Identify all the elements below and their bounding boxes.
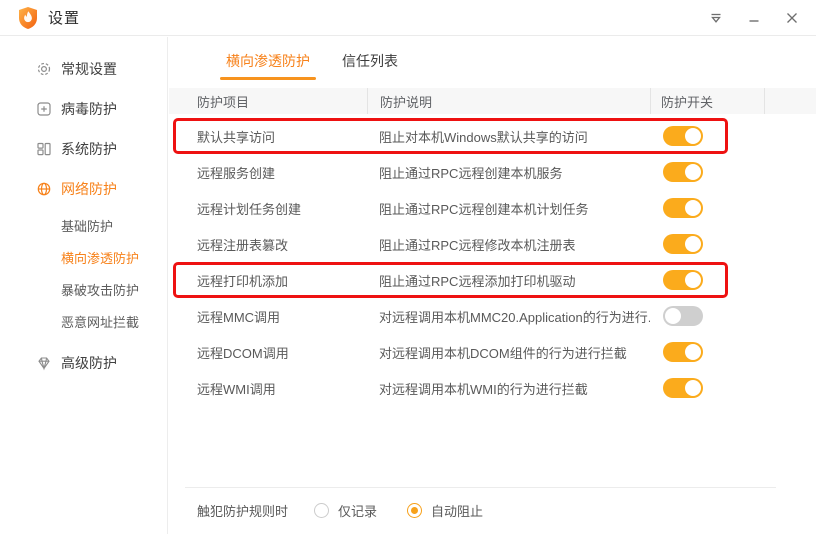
sidebar-item-label: 系统防护 (61, 141, 117, 157)
table-header: 防护项目 防护说明 防护开关 (169, 88, 816, 114)
protection-rules-table: 默认共享访问 阻止对本机Windows默认共享的访问 远程服务创建 阻止通过RP… (169, 118, 816, 406)
gear-icon (36, 61, 52, 77)
tab-bar: 横向渗透防护 信任列表 (169, 37, 816, 80)
table-row: 远程计划任务创建 阻止通过RPC远程创建本机计划任务 (169, 190, 816, 226)
protection-toggle[interactable] (663, 162, 703, 182)
sidebar-item-network-protection[interactable]: 网络防护 (0, 169, 167, 209)
protection-item-name: 远程计划任务创建 (197, 201, 302, 217)
protection-toggle[interactable] (663, 378, 703, 398)
radio-selected-icon[interactable] (407, 503, 423, 518)
sidebar-item-advanced-protection[interactable]: 高级防护 (0, 343, 167, 383)
sidebar-item-label: 高级防护 (61, 355, 117, 371)
protection-item-name: 远程注册表篡改 (197, 237, 289, 253)
protection-item-description: 对远程调用本机WMI的行为进行拦截 (379, 381, 588, 397)
app-logo-shield-flame-icon (19, 6, 37, 29)
toggle-knob (665, 308, 681, 324)
protection-item-description: 阻止通过RPC远程创建本机计划任务 (379, 201, 589, 217)
sidebar-item-label: 病毒防护 (61, 101, 117, 117)
table-row: 远程WMI调用 对远程调用本机WMI的行为进行拦截 (169, 370, 816, 406)
sidebar-item-bruteforce-protection[interactable]: 暴破攻击防护 (0, 273, 167, 305)
table-row: 远程MMC调用 对远程调用本机MMC20.Application的行为进行... (169, 298, 816, 334)
protection-item-name: 远程MMC调用 (197, 309, 281, 325)
protection-item-description: 对远程调用本机MMC20.Application的行为进行... (379, 309, 650, 325)
column-header-spacer (764, 88, 816, 114)
protection-toggle[interactable] (663, 126, 703, 146)
minimize-icon[interactable] (742, 6, 766, 30)
sidebar-item-general-settings[interactable]: 常规设置 (0, 49, 167, 89)
footer-divider (185, 487, 776, 488)
protection-item-description: 对远程调用本机DCOM组件的行为进行拦截 (379, 345, 627, 361)
sidebar-item-label: 暴破攻击防护 (61, 282, 140, 298)
sidebar-item-system-protection[interactable]: 系统防护 (0, 129, 167, 169)
sidebar-item-lateral-penetration-protection[interactable]: 横向渗透防护 (0, 241, 167, 273)
protection-item-name: 远程打印机添加 (197, 273, 289, 289)
protection-item-description: 阻止通过RPC远程修改本机注册表 (379, 237, 576, 253)
protection-item-name: 默认共享访问 (197, 129, 276, 145)
protection-item-description: 阻止通过RPC远程添加打印机驱动 (379, 273, 576, 289)
protection-item-description: 阻止通过RPC远程创建本机服务 (379, 165, 563, 181)
radio-option-auto-block[interactable]: 自动阻止 (407, 501, 483, 520)
sidebar-item-label: 网络防护 (61, 181, 117, 197)
sidebar: 常规设置 病毒防护 系统防护 网络防护 基础防护 横向渗透防护 暴破攻击防护 恶… (0, 37, 168, 534)
radio-unselected-icon[interactable] (314, 503, 330, 518)
diamond-icon (36, 355, 52, 371)
toggle-knob (685, 236, 701, 252)
tab-label: 信任列表 (342, 53, 398, 69)
sidebar-item-label: 恶意网址拦截 (61, 314, 140, 330)
toggle-knob (685, 344, 701, 360)
table-row: 远程DCOM调用 对远程调用本机DCOM组件的行为进行拦截 (169, 334, 816, 370)
column-header-switch: 防护开关 (650, 88, 764, 114)
menu-icon[interactable] (704, 6, 728, 30)
sidebar-item-label: 基础防护 (61, 218, 114, 234)
protection-toggle[interactable] (663, 234, 703, 254)
column-header-description: 防护说明 (367, 88, 650, 114)
plus-square-icon (36, 101, 52, 117)
protection-item-name: 远程DCOM调用 (197, 345, 289, 361)
table-row: 远程服务创建 阻止通过RPC远程创建本机服务 (169, 154, 816, 190)
tab-lateral-penetration-protection[interactable]: 横向渗透防护 (220, 51, 316, 80)
sidebar-item-basic-protection[interactable]: 基础防护 (0, 209, 167, 241)
titlebar: 设置 (0, 0, 816, 36)
rule-violation-label: 触犯防护规则时 (197, 504, 289, 519)
radio-option-log-only[interactable]: 仅记录 (314, 501, 377, 520)
sidebar-item-label: 常规设置 (61, 61, 117, 77)
tab-trust-list[interactable]: 信任列表 (340, 51, 400, 80)
tab-label: 横向渗透防护 (226, 53, 310, 69)
protection-item-description: 阻止对本机Windows默认共享的访问 (379, 129, 588, 145)
close-icon[interactable] (780, 6, 804, 30)
sidebar-item-malicious-url-block[interactable]: 恶意网址拦截 (0, 305, 167, 337)
table-row: 远程打印机添加 阻止通过RPC远程添加打印机驱动 (169, 262, 816, 298)
protection-toggle[interactable] (663, 270, 703, 290)
window-title: 设置 (48, 10, 81, 27)
panels-icon (36, 141, 52, 157)
protection-toggle[interactable] (663, 342, 703, 362)
toggle-knob (685, 128, 701, 144)
toggle-knob (685, 200, 701, 216)
radio-option-label: 自动阻止 (431, 504, 484, 519)
protection-item-name: 远程服务创建 (197, 165, 276, 181)
protection-toggle[interactable] (663, 306, 703, 326)
table-row: 远程注册表篡改 阻止通过RPC远程修改本机注册表 (169, 226, 816, 262)
radio-option-label: 仅记录 (338, 504, 378, 519)
protection-toggle[interactable] (663, 198, 703, 218)
sidebar-item-label: 横向渗透防护 (61, 250, 140, 266)
globe-icon (36, 181, 52, 197)
toggle-knob (685, 380, 701, 396)
toggle-knob (685, 272, 701, 288)
main-content: 横向渗透防护 信任列表 防护项目 防护说明 防护开关 默认共享访问 阻止对本机W… (169, 37, 816, 534)
column-header-item: 防护项目 (197, 94, 250, 110)
sidebar-item-virus-protection[interactable]: 病毒防护 (0, 89, 167, 129)
footer: 触犯防护规则时 仅记录 自动阻止 (169, 487, 816, 534)
table-row: 默认共享访问 阻止对本机Windows默认共享的访问 (169, 118, 816, 154)
toggle-knob (685, 164, 701, 180)
protection-item-name: 远程WMI调用 (197, 381, 276, 397)
